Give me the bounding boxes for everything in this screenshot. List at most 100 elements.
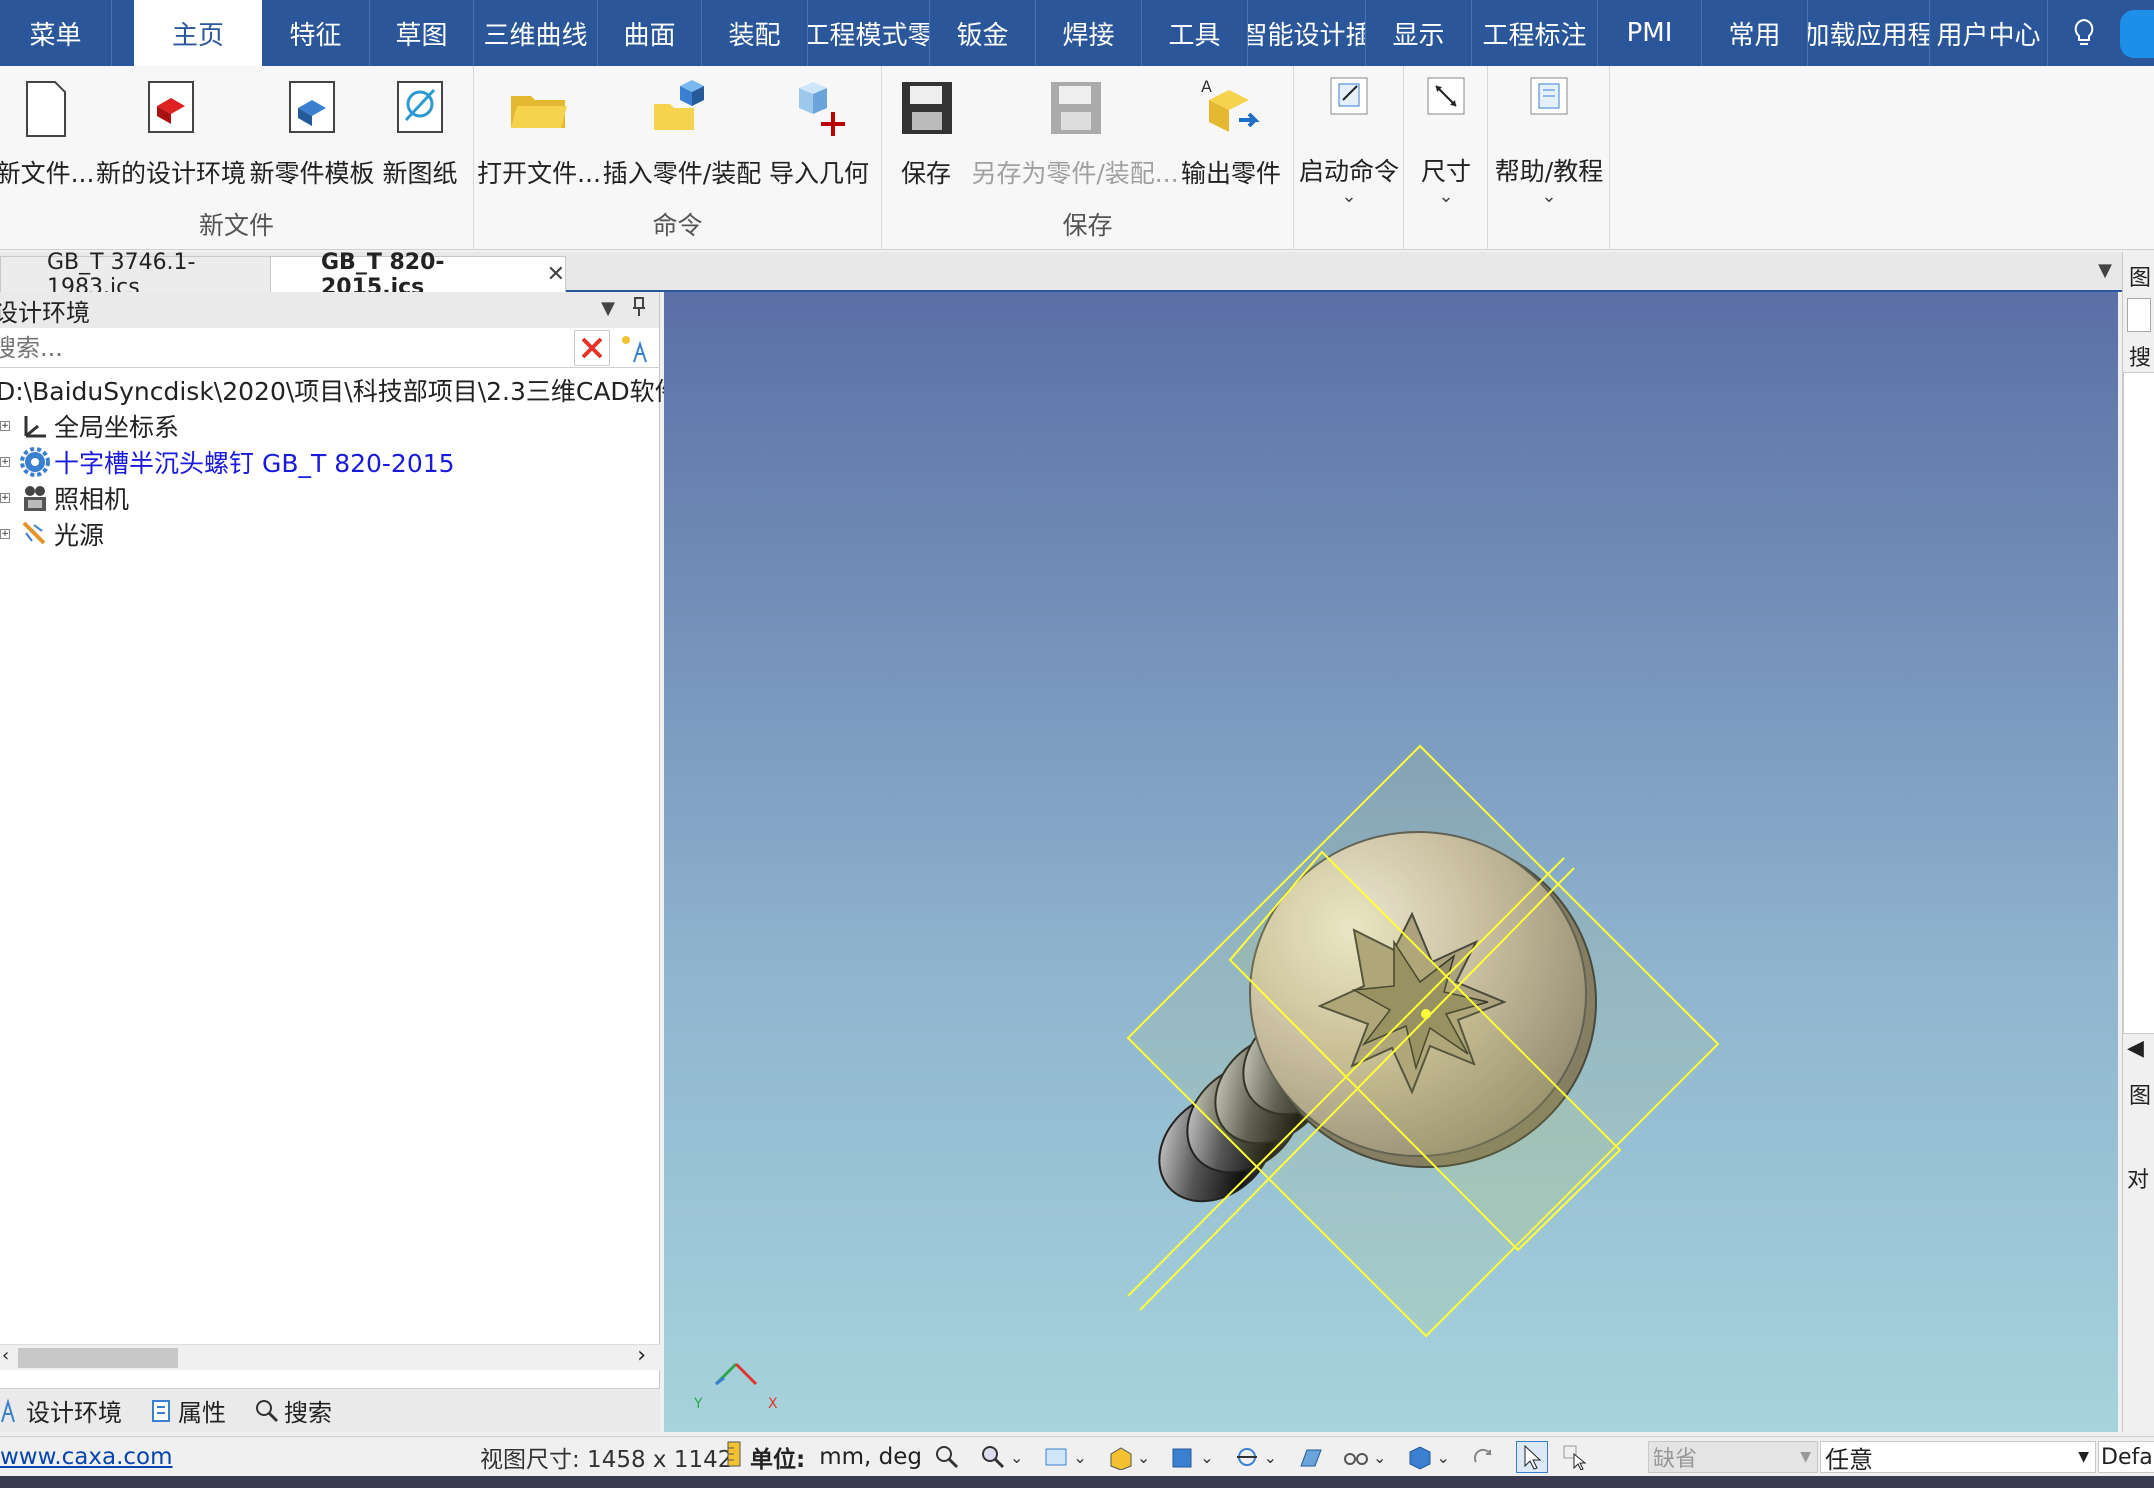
section-view-icon[interactable] [1234, 1444, 1260, 1470]
clear-search-icon[interactable] [574, 330, 610, 366]
panel-menu-icon[interactable]: ▼ [601, 298, 615, 319]
tree-item-camera[interactable]: + 照相机 [0, 480, 659, 516]
tab-tools[interactable]: 工具 [1142, 0, 1248, 66]
import-geometry-icon [787, 76, 851, 140]
horizontal-scrollbar[interactable]: ‹ › [0, 1343, 660, 1370]
right-panel-label-search[interactable]: 搜 [2129, 340, 2151, 372]
doc-tab-gbt820[interactable]: GB_T 820-2015.ics ✕ [270, 250, 566, 300]
3d-viewport[interactable]: Y X [664, 292, 2118, 1432]
zoom-fit-icon[interactable] [934, 1444, 960, 1470]
screw-model[interactable]: Y X [664, 292, 2118, 1432]
search-filter-icon[interactable] [618, 332, 652, 368]
search-icon [256, 1399, 279, 1422]
new-file-button[interactable]: 新文件... [0, 76, 94, 196]
scroll-right-icon[interactable]: › [637, 1343, 646, 1368]
panel-tab-properties[interactable]: 属性 [150, 1393, 226, 1428]
help-book-icon [1527, 74, 1571, 118]
unit-section: 单位: mm, deg [724, 1437, 922, 1477]
chevron-down-icon[interactable]: ⌄ [1373, 1448, 1386, 1467]
selection-filter-dropdown[interactable]: 缺省 ▼ [1648, 1441, 1818, 1473]
scroll-left-icon[interactable]: ‹ [2, 1345, 9, 1366]
panel-tab-design-env[interactable]: 设计环境 [0, 1393, 122, 1428]
right-panel-collapse-icon[interactable]: ◀ [2127, 1036, 2144, 1061]
tab-user-center[interactable]: 用户中心 [1930, 0, 2048, 66]
caxa-link[interactable]: www.caxa.com [0, 1437, 173, 1477]
new-design-env-button[interactable]: 新的设计环境 [96, 76, 246, 196]
save-as-button[interactable]: 另存为零件/装配... [971, 76, 1179, 196]
tab-engineering-mode[interactable]: 工程模式零 [808, 0, 930, 66]
tab-sketch[interactable]: 草图 [370, 0, 474, 66]
tree-item-screw[interactable]: + 十字槽半沉头螺钉 GB_T 820-2015 [0, 444, 659, 480]
open-file-button[interactable]: 打开文件... [477, 76, 601, 196]
chevron-down-icon[interactable]: ⌄ [1264, 1448, 1277, 1467]
insert-part-button[interactable]: 插入零件/装配 [603, 76, 761, 196]
pin-icon[interactable] [631, 296, 647, 324]
tab-assembly[interactable]: 装配 [702, 0, 808, 66]
tab-display[interactable]: 显示 [1366, 0, 1472, 66]
chevron-down-icon[interactable]: ⌄ [1436, 1448, 1449, 1467]
launch-command-button[interactable]: 启动命令 ⌄ [1296, 74, 1402, 206]
cube-view-icon[interactable] [1170, 1444, 1196, 1470]
import-geometry-button[interactable]: 导入几何 [766, 76, 872, 196]
tab-menu[interactable]: 菜单 [0, 0, 112, 66]
lightbulb-icon[interactable] [2054, 0, 2114, 66]
chevron-down-icon[interactable]: ⌄ [1073, 1448, 1086, 1467]
shaded-view-icon[interactable] [1297, 1444, 1323, 1470]
help-tutorial-button[interactable]: 帮助/教程 ⌄ [1490, 74, 1608, 206]
expand-icon[interactable]: + [0, 529, 10, 539]
tab-pmi[interactable]: PMI [1598, 0, 1702, 66]
tab-features[interactable]: 特征 [262, 0, 370, 66]
tab-home[interactable]: 主页 [134, 0, 262, 66]
right-panel-label-dialog[interactable]: 对 [2127, 1162, 2149, 1194]
tab-load-app[interactable]: 加载应用程 [1808, 0, 1930, 66]
render-mode-icon[interactable] [1107, 1444, 1133, 1471]
tree-search-input[interactable] [0, 329, 552, 366]
selection-mode-dropdown[interactable]: 任意 ▼ [1820, 1441, 2096, 1474]
expand-icon[interactable]: + [0, 421, 10, 431]
tab-list-dropdown-icon[interactable]: ▼ [2098, 260, 2112, 281]
chevron-down-icon[interactable]: ⌄ [1137, 1448, 1150, 1467]
tree-item-global-coords[interactable]: + 全局坐标系 [0, 408, 659, 444]
chevron-down-icon[interactable]: ⌄ [1200, 1448, 1213, 1467]
tab-surface[interactable]: 曲面 [598, 0, 702, 66]
chevron-down-icon: ▼ [1800, 1449, 1811, 1465]
tree-item-light[interactable]: + 光源 [0, 516, 659, 552]
app-logo-icon[interactable] [2120, 10, 2154, 58]
dimension-button[interactable]: 尺寸 ⌄ [1406, 74, 1486, 206]
select-pointer-icon[interactable] [1515, 1441, 1548, 1473]
save-button[interactable]: 保存 [896, 76, 956, 196]
doc-tab-gbt3746[interactable]: GB_T 3746.1-1983.ics [0, 250, 286, 300]
insert-part-icon [650, 76, 714, 140]
expand-icon[interactable]: + [0, 457, 10, 467]
box-view-icon[interactable] [1406, 1444, 1432, 1470]
select-filter-icon[interactable] [1562, 1444, 1588, 1471]
tree-root[interactable]: D:\BaiduSyncdisk\2020\项目\科技部项目\2.3三维CAD软… [0, 372, 680, 408]
glasses-icon[interactable] [1343, 1444, 1369, 1470]
right-panel-label-view2[interactable]: 图 [2129, 1078, 2151, 1110]
tab-3d-curve[interactable]: 三维曲线 [474, 0, 598, 66]
unit-value[interactable]: mm, deg [819, 1444, 922, 1470]
expand-icon[interactable]: + [0, 493, 10, 503]
export-part-button[interactable]: A 输出零件 [1180, 76, 1282, 196]
group-help: 帮助/教程 ⌄ [1488, 66, 1610, 250]
ribbon-tab-bar: 菜单 主页 特征 草图 三维曲线 曲面 装配 工程模式零 钣金 焊接 工具 智能… [0, 0, 2154, 66]
tab-sheet-metal[interactable]: 钣金 [930, 0, 1036, 66]
view-orientation-icon[interactable] [1043, 1444, 1069, 1470]
tab-smart-design[interactable]: 智能设计插 [1248, 0, 1366, 66]
close-tab-icon[interactable]: ✕ [547, 262, 565, 287]
new-part-template-button[interactable]: 新零件模板 [250, 76, 375, 196]
right-panel-toolbar-icon[interactable] [2127, 298, 2151, 332]
chevron-down-icon[interactable]: ⌄ [1010, 1448, 1023, 1467]
tab-welding[interactable]: 焊接 [1036, 0, 1142, 66]
zoom-icon[interactable] [980, 1444, 1006, 1470]
chevron-down-icon: ⌄ [1541, 186, 1557, 207]
right-panel-label-view[interactable]: 图 [2129, 260, 2151, 292]
document-tab-bar: GB_T 3746.1-1983.ics GB_T 820-2015.ics ✕… [0, 250, 2124, 300]
tab-eng-annotation[interactable]: 工程标注 [1472, 0, 1598, 66]
new-drawing-button[interactable]: 新图纸 [378, 76, 462, 196]
default-style-dropdown[interactable]: Defau [2098, 1441, 2154, 1473]
panel-tab-search[interactable]: 搜索 [254, 1393, 332, 1428]
redo-icon[interactable] [1470, 1444, 1496, 1470]
scrollbar-thumb[interactable] [18, 1348, 178, 1368]
tab-common[interactable]: 常用 [1702, 0, 1808, 66]
